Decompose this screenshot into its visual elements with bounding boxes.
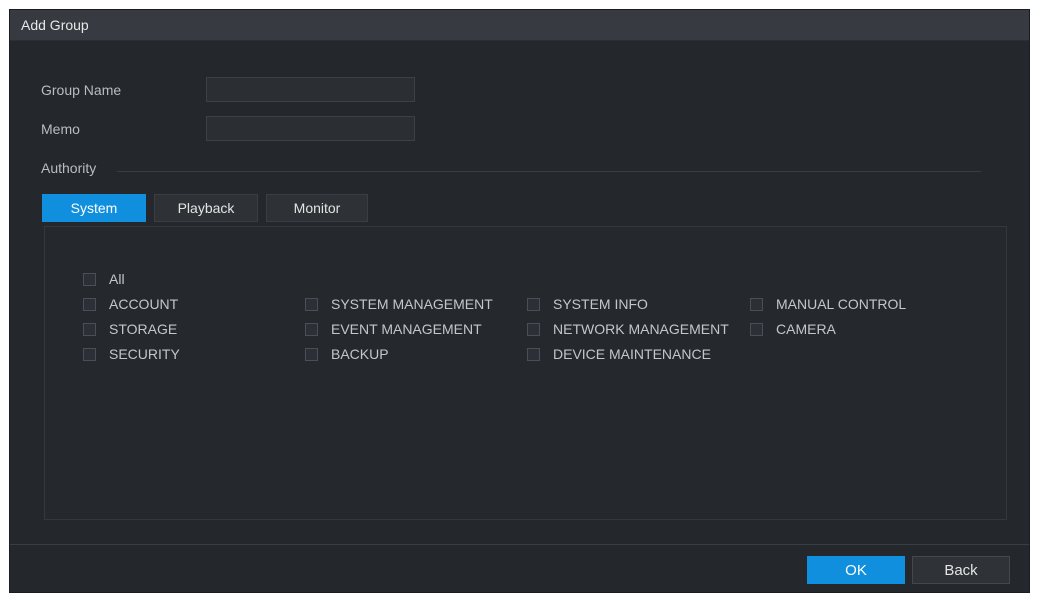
checkbox[interactable] [305, 347, 318, 361]
ok-button[interactable]: OK [807, 556, 905, 584]
permission-device-maintenance[interactable]: DEVICE MAINTENANCE [527, 346, 711, 362]
checkbox[interactable] [83, 347, 96, 361]
permission-system-management[interactable]: SYSTEM MANAGEMENT [305, 296, 493, 312]
permission-camera[interactable]: CAMERA [750, 321, 836, 337]
checkbox[interactable] [750, 297, 763, 311]
memo-label: Memo [41, 121, 80, 137]
checkbox[interactable] [305, 322, 318, 336]
permission-label: All [109, 271, 125, 287]
permission-backup[interactable]: BACKUP [305, 346, 389, 362]
footer-divider [10, 544, 1029, 545]
permission-label: ACCOUNT [109, 296, 179, 312]
permission-storage[interactable]: STORAGE [83, 321, 177, 337]
permission-label: DEVICE MAINTENANCE [553, 346, 711, 362]
checkbox[interactable] [750, 322, 763, 336]
back-button[interactable]: Back [912, 556, 1010, 584]
permission-label: MANUAL CONTROL [776, 296, 907, 312]
permission-manual-control[interactable]: MANUAL CONTROL [750, 296, 906, 312]
checkbox[interactable] [83, 322, 96, 336]
tab-monitor[interactable]: Monitor [266, 194, 368, 222]
title-bar: Add Group [10, 10, 1029, 41]
dialog-title: Add Group [21, 17, 89, 33]
checkbox[interactable] [83, 272, 96, 286]
permission-account[interactable]: ACCOUNT [83, 296, 178, 312]
permission-label: CAMERA [776, 321, 836, 337]
memo-field[interactable] [206, 116, 415, 141]
checkbox[interactable] [83, 297, 96, 311]
checkbox[interactable] [527, 322, 540, 336]
checkbox[interactable] [527, 347, 540, 361]
permission-label: EVENT MANAGEMENT [331, 321, 482, 337]
permission-system-info[interactable]: SYSTEM INFO [527, 296, 648, 312]
permission-label: SECURITY [109, 346, 180, 362]
checkbox[interactable] [527, 297, 540, 311]
permissions-panel: All ACCOUNT SYSTEM MANAGEMENT SYSTEM INF… [44, 226, 1007, 520]
permission-label: BACKUP [331, 346, 389, 362]
permission-all[interactable]: All [83, 271, 125, 287]
tab-system[interactable]: System [42, 194, 146, 222]
permission-label: SYSTEM MANAGEMENT [331, 296, 493, 312]
permission-network-management[interactable]: NETWORK MANAGEMENT [527, 321, 729, 337]
permission-label: SYSTEM INFO [553, 296, 648, 312]
tab-playback[interactable]: Playback [154, 194, 258, 222]
checkbox[interactable] [305, 297, 318, 311]
add-group-dialog: Add Group Group Name Memo Authority Syst… [9, 9, 1030, 593]
permission-security[interactable]: SECURITY [83, 346, 180, 362]
authority-divider [117, 171, 981, 172]
group-name-label: Group Name [41, 82, 122, 98]
permission-label: STORAGE [109, 321, 178, 337]
authority-label: Authority [41, 160, 97, 176]
permission-event-management[interactable]: EVENT MANAGEMENT [305, 321, 482, 337]
permission-label: NETWORK MANAGEMENT [553, 321, 729, 337]
group-name-field[interactable] [206, 77, 415, 102]
